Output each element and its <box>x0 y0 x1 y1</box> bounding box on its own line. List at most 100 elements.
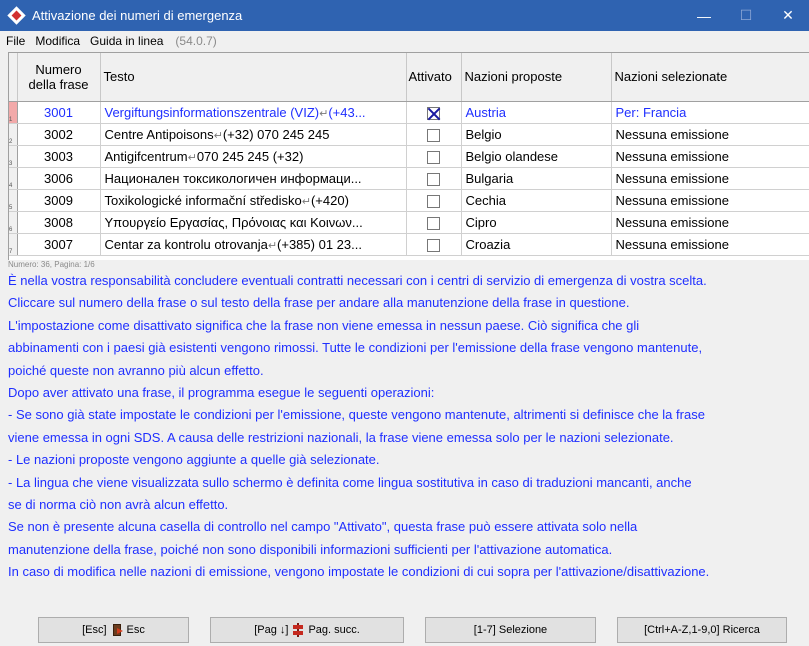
table-row[interactable]: 3 3003 Antigifcentrum↵070 245 245 (+32) … <box>9 145 809 168</box>
line-break-icon: ↵ <box>187 151 197 164</box>
search-button[interactable]: [Ctrl+A-Z,1-9,0] Ricerca <box>617 617 787 643</box>
info-line: - Se sono già state impostate le condizi… <box>8 407 705 423</box>
next-button-label: Pag. succ. <box>308 624 360 636</box>
nazioni-selezionate: Per: Francia <box>611 101 809 124</box>
select-button[interactable]: [1-7] Selezione <box>425 617 596 643</box>
phrase-text[interactable]: Toxikologické informační středisko↵(+420… <box>100 189 407 212</box>
next-page-button[interactable]: [Pag ↓] Pag. succ. <box>210 617 404 643</box>
info-line: manutenzione della frase, poiché non son… <box>8 541 613 557</box>
phrase-number[interactable]: 3001 <box>17 101 101 124</box>
attivato-cell <box>406 167 462 190</box>
activated-checkbox[interactable] <box>427 238 440 252</box>
phrase-text[interactable]: Vergiftungsinformationszentrale (VIZ)↵(+… <box>100 101 407 124</box>
record-counter: Numero: 36, Pagina: 1/6 <box>8 260 95 269</box>
info-line: L'impostazione come disattivato signific… <box>8 317 640 333</box>
attivato-cell <box>406 123 462 146</box>
title-bar: Attivazione dei numeri di emergenza — ☐ … <box>0 0 809 31</box>
table-row[interactable]: 5 3009 Toxikologické informační středisk… <box>9 189 809 212</box>
info-line: In caso di modifica nelle nazioni di emi… <box>8 564 710 580</box>
phrase-number[interactable]: 3002 <box>17 123 101 146</box>
activated-checkbox[interactable] <box>427 150 440 164</box>
phrases-table: Numero della frase Testo Attivato Nazion… <box>8 52 809 260</box>
menu-modifica[interactable]: Modifica <box>35 34 80 48</box>
nazioni-proposte: Belgio <box>461 123 612 146</box>
menu-bar: File Modifica Guida in linea (54.0.7) <box>0 31 809 51</box>
app-logo-icon <box>7 5 26 25</box>
esc-button[interactable]: [Esc] Esc <box>38 617 189 643</box>
nazioni-selezionate: Nessuna emissione <box>611 211 809 234</box>
nazioni-proposte: Belgio olandese <box>461 145 612 168</box>
attivato-cell <box>406 189 462 212</box>
attivato-cell <box>406 101 462 124</box>
nazioni-selezionate: Nessuna emissione <box>611 167 809 190</box>
nazioni-selezionate: Nessuna emissione <box>611 145 809 168</box>
phrase-text[interactable]: Antigifcentrum↵070 245 245 (+32) <box>100 145 407 168</box>
menu-file[interactable]: File <box>6 34 25 48</box>
esc-key-label: [Esc] <box>82 624 107 636</box>
esc-button-label: Esc <box>126 624 145 636</box>
activated-checkbox[interactable] <box>427 216 440 230</box>
menu-guida[interactable]: Guida in linea <box>90 34 163 48</box>
info-line: - Le nazioni proposte vengono aggiunte a… <box>8 452 380 468</box>
table-row[interactable]: 4 3006 Национален токсикологичен информа… <box>9 167 809 190</box>
phrase-text[interactable]: Centar za kontrolu otrovanja↵(+385) 01 2… <box>100 233 407 256</box>
row-header-corner <box>9 53 18 102</box>
column-header-numero[interactable]: Numero della frase <box>17 53 101 102</box>
info-text: È nella vostra responsabilità concludere… <box>8 270 809 583</box>
phrase-number[interactable]: 3006 <box>17 167 101 190</box>
table-row[interactable]: 6 3008 Υπουργείο Εργασίας, Πρόνοιας και … <box>9 211 809 234</box>
button-bar: [Esc] Esc [Pag ↓] Pag. succ. [1-7] Selez… <box>0 617 809 643</box>
activated-checkbox[interactable] <box>427 194 440 208</box>
line-break-icon: ↵ <box>301 195 311 208</box>
page-down-icon <box>291 623 305 637</box>
table-row[interactable]: 7 3007 Centar za kontrolu otrovanja↵(+38… <box>9 233 809 256</box>
row-index[interactable]: 5 <box>9 189 18 212</box>
phrase-text[interactable]: Centre Antipoisons↵(+32) 070 245 245 <box>100 123 407 146</box>
maximize-button[interactable]: ☐ <box>725 0 767 31</box>
nazioni-selezionate: Nessuna emissione <box>611 189 809 212</box>
column-header-proposte[interactable]: Nazioni proposte <box>461 53 612 102</box>
activated-checkbox[interactable] <box>427 128 440 142</box>
phrase-text[interactable]: Национален токсикологичен информаци... <box>100 167 407 190</box>
nazioni-proposte: Croazia <box>461 233 612 256</box>
nazioni-selezionate: Nessuna emissione <box>611 233 809 256</box>
phrase-number[interactable]: 3003 <box>17 145 101 168</box>
row-index[interactable]: 2 <box>9 123 18 146</box>
nazioni-proposte: Cechia <box>461 189 612 212</box>
next-key-label: [Pag ↓] <box>254 624 289 636</box>
info-line: viene emessa in ogni SDS. A causa delle … <box>8 429 674 445</box>
attivato-cell <box>406 233 462 256</box>
row-index[interactable]: 3 <box>9 145 18 168</box>
row-index[interactable]: 7 <box>9 233 18 256</box>
column-header-testo[interactable]: Testo <box>100 53 407 102</box>
line-break-icon: ↵ <box>319 107 329 120</box>
exit-door-icon <box>110 623 124 637</box>
nazioni-selezionate: Nessuna emissione <box>611 123 809 146</box>
nazioni-proposte: Cipro <box>461 211 612 234</box>
table-row[interactable]: 1 3001 Vergiftungsinformationszentrale (… <box>9 101 809 124</box>
activated-checkbox[interactable] <box>427 172 440 186</box>
attivato-cell <box>406 211 462 234</box>
nazioni-proposte: Austria <box>461 101 612 124</box>
minimize-button[interactable]: — <box>683 0 725 31</box>
info-line: - La lingua che viene visualizzata sullo… <box>8 474 692 490</box>
table-row[interactable]: 2 3002 Centre Antipoisons↵(+32) 070 245 … <box>9 123 809 146</box>
info-line: È nella vostra responsabilità concludere… <box>8 273 707 288</box>
activated-checkbox[interactable] <box>427 106 440 120</box>
row-index[interactable]: 4 <box>9 167 18 190</box>
column-header-attivato[interactable]: Attivato <box>406 53 462 102</box>
table-header-row: Numero della frase Testo Attivato Nazion… <box>9 53 809 102</box>
phrase-text[interactable]: Υπουργείο Εργασίας, Πρόνοιας και Κοινων.… <box>100 211 407 234</box>
info-line: Cliccare sul numero della frase o sul te… <box>8 295 630 311</box>
close-button[interactable]: ✕ <box>767 0 809 31</box>
row-index[interactable]: 1 <box>9 101 18 124</box>
phrase-number[interactable]: 3009 <box>17 189 101 212</box>
column-header-selezionate[interactable]: Nazioni selezionate <box>611 53 809 102</box>
nazioni-proposte: Bulgaria <box>461 167 612 190</box>
row-index[interactable]: 6 <box>9 211 18 234</box>
phrase-number[interactable]: 3008 <box>17 211 101 234</box>
info-line: Se non è presente alcuna casella di cont… <box>8 519 638 535</box>
phrase-number[interactable]: 3007 <box>17 233 101 256</box>
info-line: abbinamenti con i paesi già esistenti ve… <box>8 340 703 356</box>
info-line: Dopo aver attivato una frase, il program… <box>8 384 435 400</box>
